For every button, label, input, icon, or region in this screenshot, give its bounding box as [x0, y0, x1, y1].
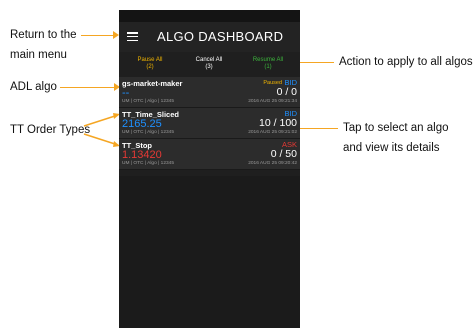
app-title: ALGO DASHBOARD	[157, 29, 284, 44]
resume-all-label: Resume All	[252, 57, 284, 63]
empty-list-area	[119, 176, 300, 328]
cancel-all-label: Cancel All	[195, 57, 223, 63]
algo-row[interactable]: TT_Stop ASK 1.13420 0 / 50 UM | OTC | Al…	[119, 139, 300, 170]
callout-action-all-text: Action to apply to all algos	[339, 56, 473, 68]
pause-all-button[interactable]: Pause All (2)	[122, 57, 178, 71]
algo-price: 2165.25	[122, 118, 162, 130]
status-bar	[119, 10, 300, 22]
phone-screen: ALGO DASHBOARD Pause All (2) Cancel All …	[119, 10, 300, 328]
algo-meta: UM | OTC | Algo | 12345	[122, 161, 174, 166]
hamburger-menu-icon[interactable]	[127, 32, 138, 42]
app-bar: ALGO DASHBOARD	[119, 22, 300, 52]
pause-all-count: (2)	[146, 64, 154, 70]
algo-name: gs-market-maker	[122, 79, 183, 88]
algo-row[interactable]: TT_Time_Sliced BID 2165.25 10 / 100 UM |…	[119, 108, 300, 139]
algo-meta: UM | OTC | Algo | 12345	[122, 99, 174, 104]
resume-all-button[interactable]: Resume All (1)	[240, 57, 296, 71]
algo-row[interactable]: gs-market-maker Paused BID -- 0 / 0 UM |…	[119, 77, 300, 108]
algo-quantity: 0 / 0	[276, 86, 297, 98]
algo-quantity: 0 / 50	[270, 148, 297, 160]
algo-timestamp: 2016 AUG 25 09:21:02	[248, 130, 297, 135]
pause-all-label: Pause All	[137, 57, 163, 63]
callout-tap-select-line2: and view its details	[343, 142, 440, 154]
callout-tap-select: Tap to select an algo and view its detai…	[343, 118, 449, 158]
algo-timestamp: 2016 AUG 25 09:21:34	[248, 99, 297, 104]
cancel-all-button[interactable]: Cancel All (3)	[181, 57, 237, 71]
algo-price: --	[122, 87, 130, 99]
resume-all-count: (1)	[264, 64, 272, 70]
callout-action-all: Action to apply to all algos	[339, 52, 473, 72]
algo-timestamp: 2016 AUG 25 09:20:42	[248, 161, 297, 166]
algo-quantity: 10 / 100	[259, 117, 297, 129]
algo-meta: UM | OTC | Algo | 12345	[122, 130, 174, 135]
callout-tap-select-line1: Tap to select an algo	[343, 122, 449, 134]
algo-price: 1.13420	[122, 149, 162, 161]
cancel-all-count: (3)	[205, 64, 213, 70]
